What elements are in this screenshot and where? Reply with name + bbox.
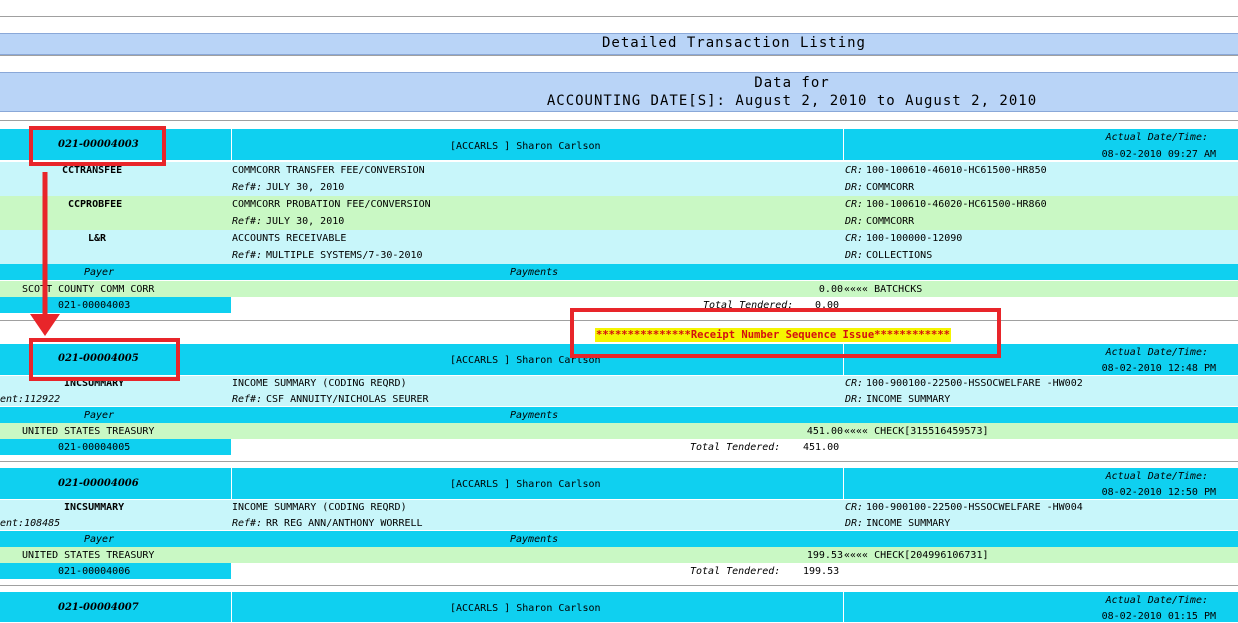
down-arrow-icon	[30, 172, 60, 336]
annotation-arrow-layer	[30, 172, 60, 336]
